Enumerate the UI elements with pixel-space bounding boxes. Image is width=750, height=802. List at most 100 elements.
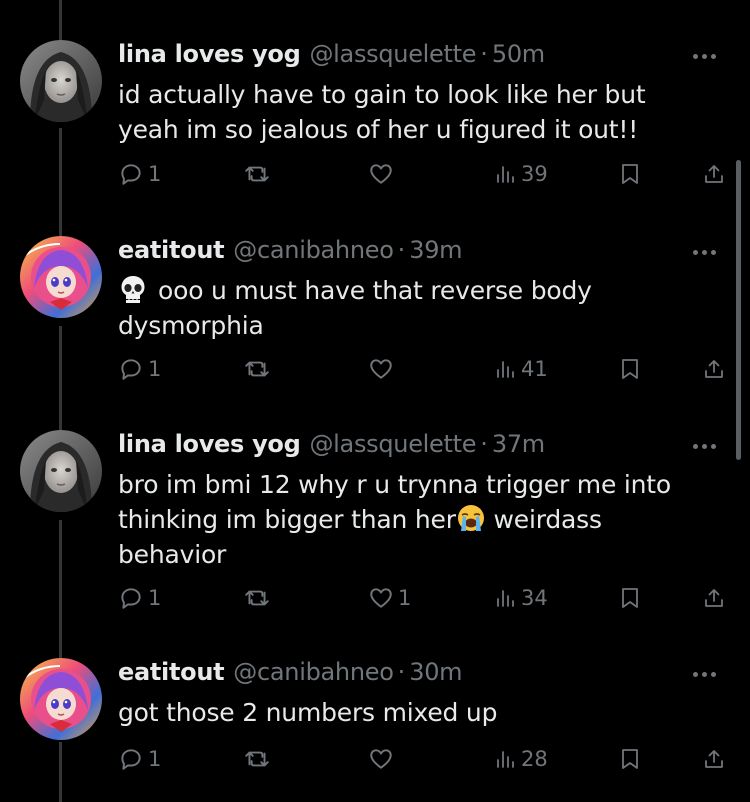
more-options-icon[interactable] — [686, 46, 722, 66]
tweet[interactable]: eatitout @canibahneo · 39m ooo u must ha… — [0, 236, 750, 430]
share-icon — [705, 165, 723, 183]
bookmark-button[interactable] — [618, 161, 642, 187]
timestamp[interactable]: 37m — [492, 430, 545, 458]
retweet-button[interactable] — [243, 161, 271, 187]
separator-dot: · — [480, 40, 488, 68]
reply-icon — [121, 588, 141, 609]
action-bar: 1 1 34 — [0, 585, 750, 617]
timestamp[interactable]: 50m — [492, 40, 545, 68]
heart-icon — [370, 588, 392, 608]
views-chart-icon — [497, 751, 514, 768]
tweet-text: bro im bmi 12 why r u trynna trigger me … — [118, 467, 722, 572]
reply-button[interactable]: 1 — [118, 585, 161, 611]
reply-icon — [121, 749, 141, 770]
tweet[interactable]: eatitout @canibahneo · 30m got those 2 n… — [0, 658, 750, 802]
more-options-icon[interactable] — [686, 436, 722, 456]
skull-emoji-icon — [121, 276, 145, 303]
tweet-text-line: thinking im bigger than her weirdass — [118, 502, 722, 537]
avatar[interactable] — [20, 430, 102, 512]
view-count: 39 — [521, 162, 548, 186]
bookmark-button[interactable] — [618, 356, 642, 382]
like-button[interactable]: 1 — [368, 585, 411, 611]
more-options-icon[interactable] — [686, 242, 722, 262]
tweet-text-line: got those 2 numbers mixed up — [118, 698, 498, 727]
tweet-text-line: yeah im so jealous of her u figured it o… — [118, 115, 639, 144]
views-button[interactable]: 28 — [493, 746, 548, 772]
share-button[interactable] — [702, 161, 726, 187]
tweet-text-segment: thinking im bigger than her — [118, 505, 456, 534]
reply-count: 1 — [148, 357, 162, 381]
like-button[interactable] — [368, 356, 398, 382]
retweet-icon — [245, 590, 269, 606]
retweet-icon — [245, 751, 269, 767]
reply-button[interactable]: 1 — [118, 161, 161, 187]
scrollbar[interactable] — [736, 160, 741, 460]
heart-icon — [370, 164, 392, 184]
share-button[interactable] — [702, 356, 726, 382]
views-chart-icon — [497, 361, 514, 378]
author-handle[interactable]: @lassquelette — [309, 40, 476, 68]
bookmark-button[interactable] — [618, 585, 642, 611]
more-options-icon[interactable] — [686, 664, 722, 684]
reply-count: 1 — [148, 162, 162, 186]
tweet-text-segment: ooo u must have that reverse body — [158, 276, 592, 305]
action-bar: 1 28 — [0, 746, 750, 778]
views-chart-icon — [497, 166, 514, 183]
author-name[interactable]: lina loves yog — [118, 430, 301, 458]
view-count: 28 — [521, 747, 548, 771]
action-bar: 1 41 — [0, 356, 750, 388]
share-button[interactable] — [702, 585, 726, 611]
author-handle[interactable]: @canibahneo — [233, 236, 394, 264]
reply-button[interactable]: 1 — [118, 356, 161, 382]
author-handle[interactable]: @lassquelette — [309, 430, 476, 458]
share-icon — [705, 360, 723, 378]
views-button[interactable]: 41 — [493, 356, 548, 382]
author-name[interactable]: eatitout — [118, 658, 225, 686]
tweet-text-line: id actually have to gain to look like he… — [118, 80, 646, 109]
avatar[interactable] — [20, 40, 102, 122]
tweet-text-line: bro im bmi 12 why r u trynna trigger me … — [118, 470, 671, 499]
views-button[interactable]: 34 — [493, 585, 548, 611]
retweet-button[interactable] — [243, 356, 271, 382]
author-name[interactable]: lina loves yog — [118, 40, 301, 68]
retweet-button[interactable] — [243, 746, 271, 772]
bookmark-icon — [622, 164, 638, 184]
tweet-text: ooo u must have that reverse body dysmor… — [118, 273, 722, 343]
heart-icon — [370, 749, 392, 769]
like-button[interactable] — [368, 746, 398, 772]
timestamp[interactable]: 39m — [409, 236, 462, 264]
author-name[interactable]: eatitout — [118, 236, 225, 264]
views-button[interactable]: 39 — [493, 161, 548, 187]
reply-button[interactable]: 1 — [118, 746, 161, 772]
tweet-text-line: dysmorphia — [118, 311, 264, 340]
tweet-text-line: behavior — [118, 540, 227, 569]
share-button[interactable] — [702, 746, 726, 772]
tweet[interactable]: lina loves yog @lassquelette · 50m id ac… — [0, 40, 750, 236]
timestamp[interactable]: 30m — [409, 658, 462, 686]
views-chart-icon — [497, 590, 514, 607]
retweet-button[interactable] — [243, 585, 271, 611]
view-count: 34 — [521, 586, 548, 610]
share-icon — [705, 589, 723, 607]
tweet-text: id actually have to gain to look like he… — [118, 77, 722, 147]
bookmark-button[interactable] — [618, 746, 642, 772]
separator-dot: · — [397, 236, 406, 264]
bookmark-icon — [622, 588, 638, 608]
avatar[interactable] — [20, 658, 102, 740]
bookmark-icon — [622, 359, 638, 379]
separator-dot: · — [397, 658, 406, 686]
reply-icon — [121, 359, 141, 380]
heart-icon — [370, 359, 392, 379]
tweet[interactable]: lina loves yog @lassquelette · 37m bro i… — [0, 430, 750, 658]
reply-count: 1 — [148, 586, 162, 610]
avatar[interactable] — [20, 236, 102, 318]
separator-dot: · — [480, 430, 488, 458]
bookmark-icon — [622, 749, 638, 769]
thread-line-top — [59, 0, 62, 40]
view-count: 41 — [521, 357, 548, 381]
reply-count: 1 — [148, 747, 162, 771]
author-handle[interactable]: @canibahneo — [233, 658, 394, 686]
like-count: 1 — [398, 586, 412, 610]
like-button[interactable] — [368, 161, 398, 187]
loudly-crying-face-emoji-icon — [457, 505, 484, 531]
